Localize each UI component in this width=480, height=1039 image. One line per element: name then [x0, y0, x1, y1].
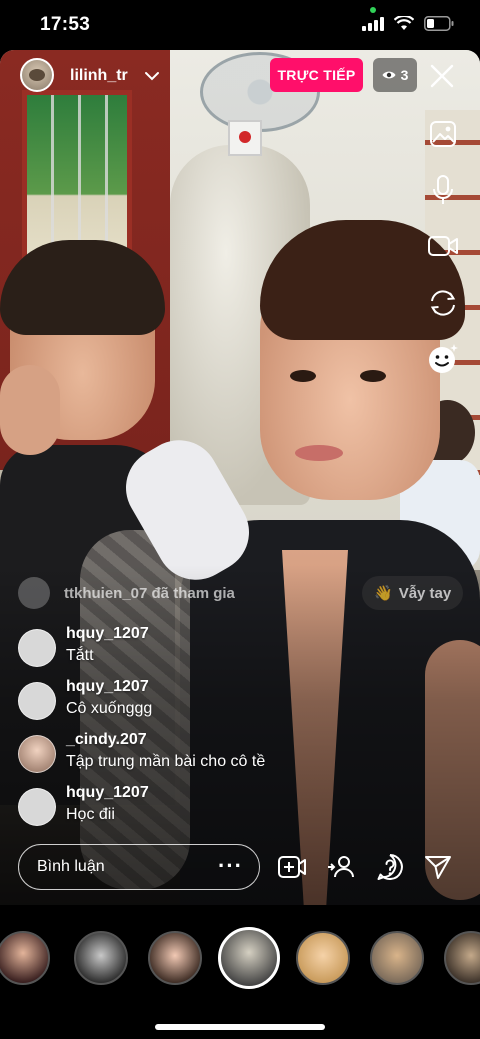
- flip-camera-icon: [430, 290, 456, 316]
- fan-switch-box: [228, 120, 262, 156]
- host-avatar[interactable]: [20, 58, 54, 92]
- join-notification: ttkhuien_07 đã tham gia 👋 Vẫy tay: [18, 576, 478, 610]
- comment-item[interactable]: hquy_1207 Tắtt: [18, 625, 458, 669]
- comment-username: hquy_1207: [66, 784, 149, 801]
- comment-placeholder: Bình luận: [37, 858, 105, 875]
- join-text: ttkhuien_07 đã tham gia: [64, 584, 235, 602]
- commenter-avatar: [18, 682, 56, 720]
- add-guest-icon: [278, 856, 306, 878]
- eye-icon: [382, 71, 396, 79]
- viewer-count-badge[interactable]: 3: [373, 58, 417, 92]
- story-avatar[interactable]: [370, 931, 424, 985]
- face-effects-icon: [429, 344, 458, 373]
- microphone-icon: [433, 175, 453, 204]
- image-icon: [430, 121, 456, 147]
- story-avatar[interactable]: [444, 931, 480, 985]
- live-video[interactable]: [0, 50, 480, 905]
- more-options-button[interactable]: ···: [218, 853, 243, 879]
- question-button[interactable]: [374, 851, 406, 883]
- live-badge: TRỰC TIẾP: [270, 58, 363, 92]
- story-avatar-current[interactable]: [218, 927, 280, 989]
- chevron-down-icon[interactable]: [144, 68, 160, 84]
- live-header: lilinh_tr TRỰC TIẾP 3: [0, 58, 480, 96]
- joiner-avatar: [18, 577, 50, 609]
- comment-text: Tập trung mần bài cho cô tề: [66, 753, 266, 770]
- gallery-button[interactable]: [427, 118, 459, 150]
- wave-button[interactable]: 👋 Vẫy tay: [362, 576, 464, 610]
- flip-camera-button[interactable]: [427, 287, 459, 319]
- share-send-icon: [425, 856, 451, 879]
- story-avatar[interactable]: [148, 931, 202, 985]
- status-time: 17:53: [40, 14, 91, 35]
- battery-icon: [424, 16, 454, 31]
- commenter-avatar: [18, 788, 56, 826]
- share-button[interactable]: [422, 851, 454, 883]
- effects-button[interactable]: [427, 343, 459, 375]
- comment-text: Cô xuốnggg: [66, 700, 153, 717]
- video-button[interactable]: [427, 230, 459, 262]
- viewer-count: 3: [400, 67, 409, 83]
- comment-item[interactable]: hquy_1207 Học đii: [18, 784, 458, 828]
- commenter-avatar: [18, 735, 56, 773]
- status-icons: [362, 16, 454, 31]
- question-icon: [377, 854, 403, 880]
- story-avatar[interactable]: [0, 931, 50, 985]
- home-indicator: [155, 1024, 325, 1030]
- invite-people-icon: [328, 856, 354, 878]
- live-story-tray: [0, 905, 480, 1039]
- host-username[interactable]: lilinh_tr: [70, 67, 128, 85]
- close-icon[interactable]: [430, 64, 454, 88]
- comment-username: hquy_1207: [66, 678, 149, 695]
- status-bar: 17:53: [0, 0, 480, 50]
- comment-username: hquy_1207: [66, 625, 149, 642]
- invite-button[interactable]: [325, 851, 357, 883]
- waving-hand-icon: 👋: [374, 585, 393, 602]
- comment-input[interactable]: Bình luận ···: [18, 844, 260, 890]
- camera-in-use-indicator: [370, 7, 376, 13]
- wave-label: Vẫy tay: [398, 584, 452, 602]
- comment-item[interactable]: hquy_1207 Cô xuốnggg: [18, 678, 458, 722]
- video-camera-icon: [428, 236, 458, 256]
- add-guest-button[interactable]: [276, 851, 308, 883]
- cellular-signal-icon: [362, 16, 384, 31]
- comment-item[interactable]: _cindy.207 Tập trung mần bài cho cô tề: [18, 731, 458, 775]
- commenter-avatar: [18, 629, 56, 667]
- story-avatar[interactable]: [296, 931, 350, 985]
- comment-text: Tắtt: [66, 647, 94, 664]
- microphone-button[interactable]: [427, 174, 459, 206]
- comment-username: _cindy.207: [66, 731, 147, 748]
- wifi-icon: [394, 16, 414, 30]
- story-avatar[interactable]: [74, 931, 128, 985]
- comment-text: Học đii: [66, 806, 115, 823]
